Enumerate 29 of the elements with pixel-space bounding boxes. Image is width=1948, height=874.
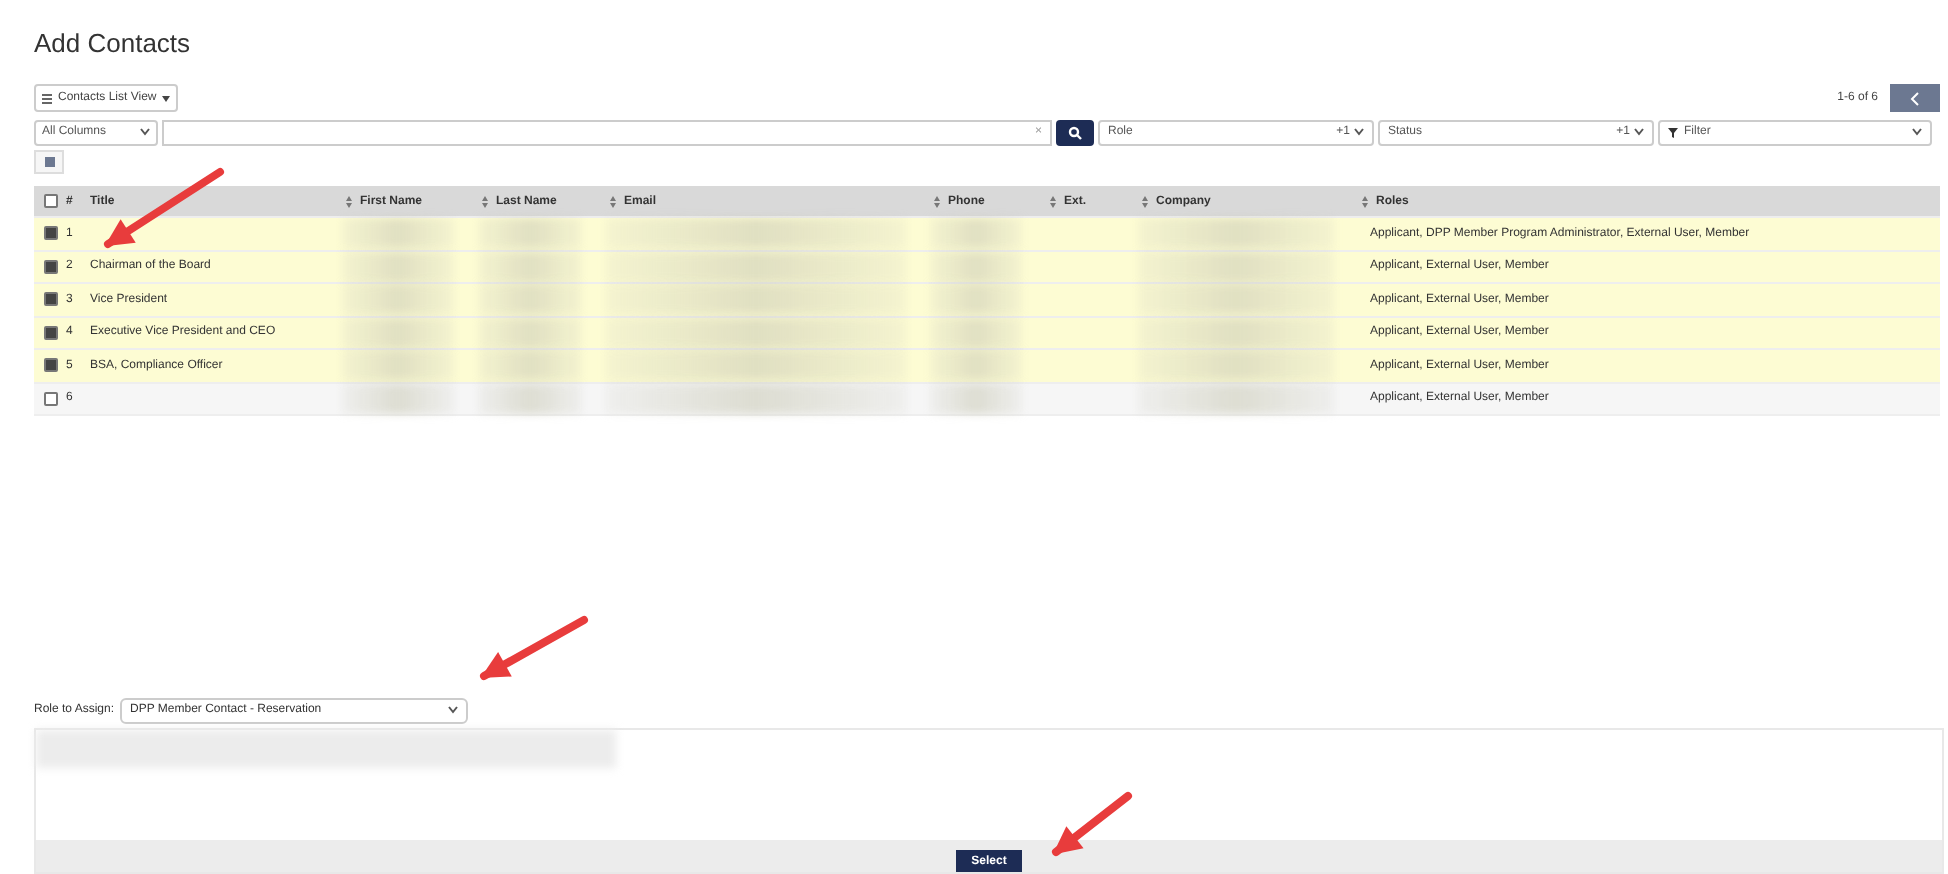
caret-icon [140,128,150,136]
row-checkbox[interactable] [44,226,58,241]
search-icon [1068,125,1082,139]
caret-icon [1912,128,1922,136]
select-all-checkbox[interactable] [44,194,58,208]
caret-icon [1354,128,1364,136]
sort-icon [346,195,352,207]
sort-icon [934,195,940,207]
sort-icon [1050,195,1056,207]
list-icon [42,93,52,103]
caret-icon [448,706,459,714]
sort-icon [482,195,488,207]
previous-page-button[interactable] [1890,84,1940,112]
row-checkbox[interactable] [44,292,58,307]
square-icon [43,156,55,168]
search-button[interactable] [1056,119,1094,145]
row-checkbox[interactable] [44,259,58,274]
caret-icon [162,95,171,101]
sort-icon [610,195,616,207]
sort-icon [1142,195,1148,207]
column-toggle-button[interactable] [34,150,64,174]
chevron-left-icon [1910,91,1920,105]
caret-icon [1634,128,1644,136]
row-checkbox[interactable] [44,391,58,406]
funnel-icon [1668,127,1678,137]
row-checkbox[interactable] [44,358,58,373]
sort-icon [1362,195,1368,207]
page-title: Add Contacts [34,28,193,58]
row-checkbox[interactable] [44,325,58,340]
